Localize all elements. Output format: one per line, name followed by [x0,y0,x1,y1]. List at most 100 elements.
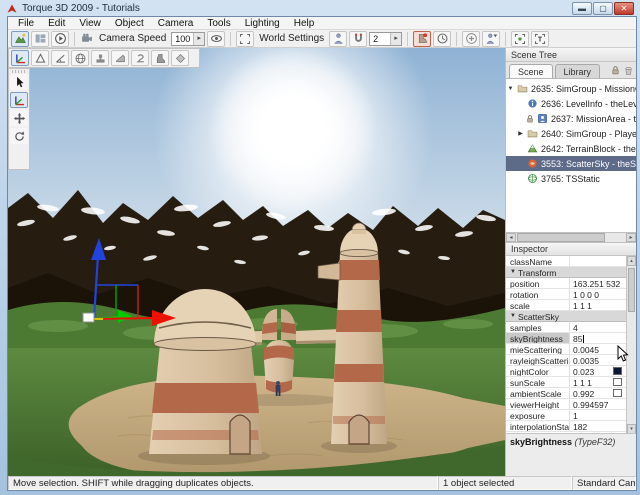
tree-item-3765[interactable]: 3765: TSStatic [506,171,636,186]
select-tool-button[interactable] [10,74,28,90]
scrollbar-thumb[interactable] [517,233,605,242]
move-tool-button[interactable] [10,110,28,126]
layout-button[interactable] [31,31,49,47]
stamp-tool-icon [94,52,107,65]
smooth-tool-button[interactable] [111,50,129,66]
tab-scene[interactable]: Scene [509,64,553,78]
terrain-editor-button[interactable] [31,50,49,66]
tree-item-2640[interactable]: ▶2640: SimGroup - PlayerDropP [506,126,636,141]
tree-item-label: 2635: SimGroup - MissionGroup [531,84,636,94]
tab-library[interactable]: Library [555,64,601,78]
terrain-brush-button[interactable] [413,31,431,47]
inspector-row-samples: samples4▴▾ [506,322,636,333]
field-label: sunScale [506,377,570,387]
tree-item-2637[interactable]: 2637: MissionArea - theMis [506,111,636,126]
minimize-button[interactable]: ▬ [572,2,592,15]
tree-item-label: 3553: ScatterSky - theSky [541,159,636,169]
object-editor-button[interactable] [11,50,29,66]
text-tool-button[interactable] [531,31,549,47]
tree-item-label: 2637: MissionArea - theMis [551,114,636,124]
color-swatch[interactable] [613,378,622,386]
folder-icon [517,83,528,94]
menu-edit[interactable]: Edit [42,17,71,30]
trash-icon[interactable] [623,65,634,76]
snap-magnet-icon [352,32,365,45]
field-label: samples [506,322,570,332]
tool-palette [8,68,30,170]
menu-help[interactable]: Help [288,17,321,30]
snap-button[interactable] [349,31,367,47]
tree-item-label: 2636: LevelInfo - theLevelInfo [541,99,636,109]
levelinfo-icon [527,98,538,109]
menu-camera[interactable]: Camera [152,17,200,30]
field-info-type: (TypeF32) [575,437,616,447]
camera-speed-dropdown[interactable]: 100 ▸ [171,32,205,46]
menu-view[interactable]: View [73,17,107,30]
snap-size-arrow-icon[interactable]: ▸ [390,33,401,45]
close-button[interactable]: ✕ [614,2,634,15]
menu-lighting[interactable]: Lighting [239,17,286,30]
snap-size-dropdown[interactable]: 2 ▸ [369,32,402,46]
right-panel: Scene Tree Scene Library ▼2635: SimGroup… [505,48,636,476]
inspector-section-scattersky[interactable]: ▼ScatterSky [506,311,636,322]
expander-icon[interactable]: ▶ [516,130,525,137]
frame-selection-button[interactable] [236,31,254,47]
menu-file[interactable]: File [12,17,40,30]
inspector-section-transform[interactable]: ▼Transform [506,267,636,278]
angle-tool-button[interactable] [51,50,69,66]
section-collapse-icon[interactable]: ▼ [506,267,518,277]
maximize-button[interactable]: ▢ [593,2,613,15]
scattersky-icon [527,158,538,169]
play-button[interactable] [51,31,69,47]
scene-settings-button[interactable] [11,31,29,47]
tree-item-3553[interactable]: 3553: ScatterSky - theSky [506,156,636,171]
menu-tools[interactable]: Tools [201,17,236,30]
field-label: ambientScale [506,388,570,398]
field-info-name: skyBrightness [510,437,572,447]
flatten-tool-button[interactable] [171,50,189,66]
visibility-button[interactable] [207,31,225,47]
terrain-painter-button[interactable] [71,50,89,66]
object-editor-icon [14,52,27,65]
tree-item-2642[interactable]: 2642: TerrainBlock - theTerrain [506,141,636,156]
section-collapse-icon[interactable]: ▼ [506,311,518,321]
scroll-down-icon[interactable]: ▾ [627,424,636,434]
lower-tool-button[interactable] [151,50,169,66]
main-toolbar: Camera Speed 100 ▸ World Settings 2 ▸ [8,30,636,48]
world-settings-label: World Settings [259,33,324,44]
stamp-tool-button[interactable] [91,50,109,66]
menu-object[interactable]: Object [109,17,150,30]
rotate-tool-button[interactable] [10,128,28,144]
field-label: skyBrightness [506,333,570,343]
viewport-3d-scene[interactable] [8,48,505,476]
scrollbar-thumb[interactable] [628,268,635,312]
scroll-right-icon[interactable]: ▸ [626,233,636,242]
visibility-eye-icon [210,32,223,45]
expander-icon[interactable]: ▼ [506,86,515,92]
field-label: rayleighScattering [506,355,570,365]
gizmo-tool-button[interactable] [10,92,28,108]
title-bar[interactable]: Torque 3D 2009 - Tutorials ▬ ▢ ✕ [0,0,640,17]
camera-speed-arrow-icon[interactable]: ▸ [193,33,204,45]
add-object-button[interactable] [462,31,480,47]
tree-horizontal-scrollbar[interactable]: ◂ ▸ [506,233,636,243]
gizmo-origin-handle[interactable] [83,313,94,322]
camera-speed-label: Camera Speed [99,33,166,44]
tree-item-2636[interactable]: 2636: LevelInfo - theLevelInfo [506,96,636,111]
player-button[interactable] [329,31,347,47]
snap-size-value: 2 [370,34,390,44]
time-button[interactable] [433,31,451,47]
frame-object-button[interactable] [511,31,529,47]
lock-icon[interactable] [610,65,621,76]
color-swatch[interactable] [613,389,622,397]
color-swatch[interactable] [613,367,622,375]
drop-player-button[interactable] [482,31,500,47]
raise-tool-button[interactable] [131,50,149,66]
flatten-tool-icon [174,52,187,65]
scene-settings-icon [14,32,27,45]
layout-icon [34,32,47,45]
inspector-field-info: skyBrightness (TypeF32) [506,434,636,450]
tree-item-2635[interactable]: ▼ 2635: SimGroup - MissionGroup [506,81,636,96]
scroll-left-icon[interactable]: ◂ [506,233,516,242]
scroll-up-icon[interactable]: ▴ [627,256,636,266]
